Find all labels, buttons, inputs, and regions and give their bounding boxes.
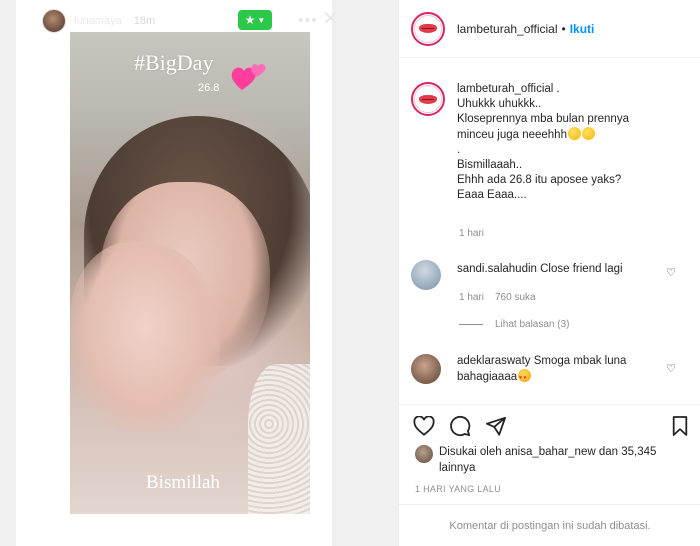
chevron-down-icon: ▼ <box>257 15 266 25</box>
story-date-text: 26.8 <box>198 82 220 94</box>
comment-avatar[interactable] <box>411 354 441 384</box>
comment-text: Close friend lagi <box>540 263 623 275</box>
caption-username[interactable]: lambeturah_official <box>457 83 553 95</box>
liked-by-middle: dan <box>598 446 619 458</box>
story-username: lunamaya <box>74 15 122 27</box>
two-hearts-icon <box>230 60 270 98</box>
heart-outline-icon[interactable]: ♡ <box>666 266 676 279</box>
story-caption-text: Bismillah <box>146 472 220 493</box>
follow-button[interactable]: Ikuti <box>570 22 595 36</box>
comment-item: adeklaraswaty Smoga mbak luna bahagiaaaa <box>411 354 696 386</box>
post-media[interactable]: lunamaya 18m ★ ▼ ••• ✕ #BigDay 26.8 Bism… <box>0 0 398 546</box>
post-caption: lambeturah_official . Uhukkk uhukkk.. Kl… <box>411 82 696 203</box>
caption-avatar[interactable] <box>411 82 445 116</box>
post-header: lambeturah_official • Ikuti <box>399 0 700 58</box>
caption-line: Uhukkk uhukkk.. <box>457 98 542 110</box>
comment-avatar[interactable] <box>411 260 441 290</box>
story-hashtag-sticker: #BigDay <box>134 50 214 75</box>
close-icon[interactable]: ✕ <box>322 6 339 31</box>
comments-restricted-notice: Komentar di postingan ini sudah dibatasi… <box>399 504 700 546</box>
story-avatar <box>42 9 66 33</box>
view-replies-label: Lihat balasan (3) <box>495 319 570 330</box>
post-panel: lambeturah_official • Ikuti lambeturah_o… <box>398 0 700 546</box>
bookmark-icon[interactable] <box>667 413 693 439</box>
lips-icon <box>419 94 437 104</box>
liked-by-user[interactable]: anisa_bahar_new <box>505 446 596 458</box>
heart-outline-icon[interactable]: ♡ <box>666 362 676 375</box>
like-heart-icon[interactable] <box>411 413 437 439</box>
lips-icon <box>419 24 437 33</box>
view-replies-button[interactable]: Lihat balasan (3) <box>459 319 570 330</box>
caption-time: 1 hari <box>459 228 485 239</box>
caption-line: Eaaa Eaaa.... <box>457 189 527 201</box>
comment-likes[interactable]: 760 suka <box>495 292 536 303</box>
grimace-emoji-icon <box>567 127 581 140</box>
story-frame: lunamaya 18m ★ ▼ ••• ✕ #BigDay 26.8 Bism… <box>16 0 339 546</box>
caption-line: minceu juga neeehhh <box>457 129 567 141</box>
comment-bubble-icon[interactable] <box>447 413 473 439</box>
liked-by-suffix: lainnya <box>439 462 476 474</box>
story-photo <box>70 32 310 514</box>
post-author-username[interactable]: lambeturah_official <box>457 22 558 36</box>
share-paper-plane-icon[interactable] <box>483 413 509 439</box>
comment-item: sandi.salahudin Close friend lagi <box>411 260 696 290</box>
caption-line: Bismillaaah.. <box>457 159 523 171</box>
star-icon: ★ <box>244 13 256 27</box>
liked-by-count[interactable]: 35,345 <box>621 446 656 458</box>
post-date[interactable]: 1 HARI YANG LALU <box>415 484 501 494</box>
story-header: lunamaya 18m <box>42 8 155 34</box>
caption-line: . <box>457 144 461 156</box>
liker-avatar[interactable] <box>415 445 433 463</box>
caption-line: Kloseprennya mba bulan prennya <box>457 113 629 125</box>
grimace-emoji-icon <box>581 127 595 140</box>
story-time: 18m <box>133 15 156 27</box>
close-friends-badge: ★ ▼ <box>238 10 272 30</box>
dot-separator: • <box>561 21 566 36</box>
heart-eyes-emoji-icon <box>518 369 532 386</box>
caption-username-suffix: . <box>556 83 560 95</box>
liked-by-prefix: Disukai oleh <box>439 446 502 458</box>
comment-username[interactable]: adeklaraswaty <box>457 355 531 367</box>
comment-time: 1 hari <box>459 292 485 303</box>
caption-line: Ehhh ada 26.8 itu aposee yaks? <box>457 174 622 186</box>
post-actions-bar <box>399 404 700 444</box>
more-options-icon[interactable]: ••• <box>298 12 318 30</box>
avatar[interactable] <box>411 11 445 46</box>
comment-username[interactable]: sandi.salahudin <box>457 263 537 275</box>
liked-by-summary: Disukai oleh anisa_bahar_new dan 35,345 … <box>415 444 679 476</box>
